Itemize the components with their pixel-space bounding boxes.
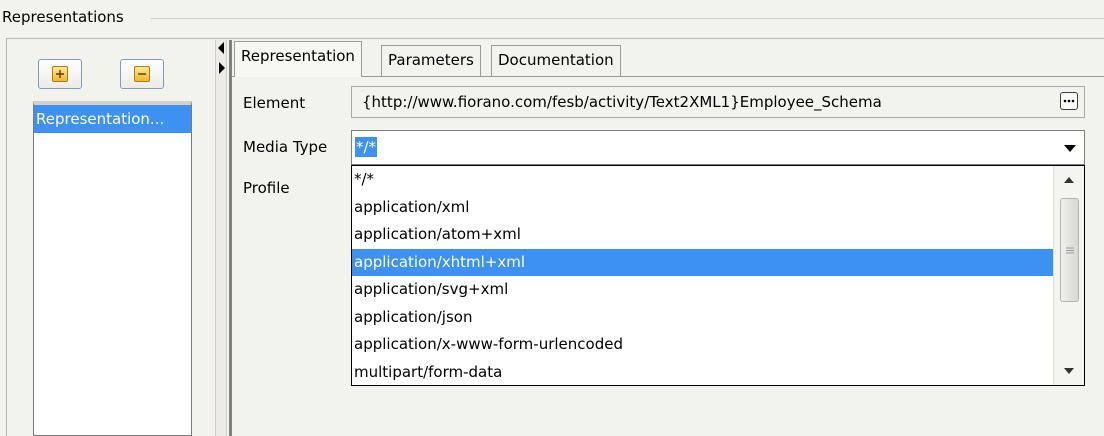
media-type-label: Media Type: [243, 138, 328, 156]
media-type-option[interactable]: application/x-www-form-urlencoded: [352, 331, 1054, 359]
scrollbar-thumb[interactable]: [1060, 198, 1079, 302]
media-type-dropdown-list[interactable]: */* application/xml application/atom+xml ap…: [351, 165, 1085, 386]
split-pane-divider[interactable]: [215, 40, 227, 436]
tab-representation[interactable]: Representation: [234, 41, 362, 77]
minus-icon: [134, 66, 150, 82]
list-item[interactable]: Representation...: [34, 105, 191, 133]
media-type-option[interactable]: application/xml: [352, 194, 1054, 222]
media-type-option[interactable]: multipart/form-data: [352, 359, 1054, 387]
media-type-selected-value: */*: [355, 137, 378, 157]
browse-element-button[interactable]: [1060, 92, 1078, 110]
dropdown-scrollbar[interactable]: [1053, 166, 1084, 385]
plus-icon: [52, 66, 68, 82]
grip-icon: [1065, 247, 1074, 253]
element-label: Element: [243, 94, 306, 112]
media-type-option[interactable]: */*: [352, 166, 1054, 194]
add-representation-button[interactable]: [38, 59, 82, 89]
scroll-down-arrow-icon: [1064, 368, 1074, 374]
media-type-combobox[interactable]: */*: [351, 130, 1085, 165]
remove-representation-button[interactable]: [120, 59, 164, 89]
tab-documentation[interactable]: Documentation: [491, 45, 621, 76]
expand-right-arrow-icon[interactable]: [219, 62, 225, 74]
representations-list[interactable]: Representation...: [33, 101, 192, 436]
chevron-down-icon[interactable]: [1064, 145, 1076, 152]
media-type-option[interactable]: application/xhtml+xml: [352, 248, 1054, 276]
profile-label: Profile: [243, 179, 290, 197]
media-type-option[interactable]: application/atom+xml: [352, 221, 1054, 249]
ellipsis-icon: [1063, 99, 1075, 103]
media-type-option[interactable]: application/json: [352, 304, 1054, 332]
tab-parameters[interactable]: Parameters: [381, 45, 481, 76]
collapse-left-arrow-icon[interactable]: [218, 42, 224, 54]
group-divider: [150, 18, 1104, 19]
representations-group-title: Representations: [2, 7, 130, 27]
scroll-up-button[interactable]: [1054, 166, 1084, 194]
element-field: {http://www.fiorano.com/fesb/activity/Te…: [351, 86, 1085, 118]
scroll-up-arrow-icon: [1064, 177, 1074, 183]
scroll-down-button[interactable]: [1054, 357, 1084, 385]
media-type-option[interactable]: application/svg+xml: [352, 276, 1054, 304]
